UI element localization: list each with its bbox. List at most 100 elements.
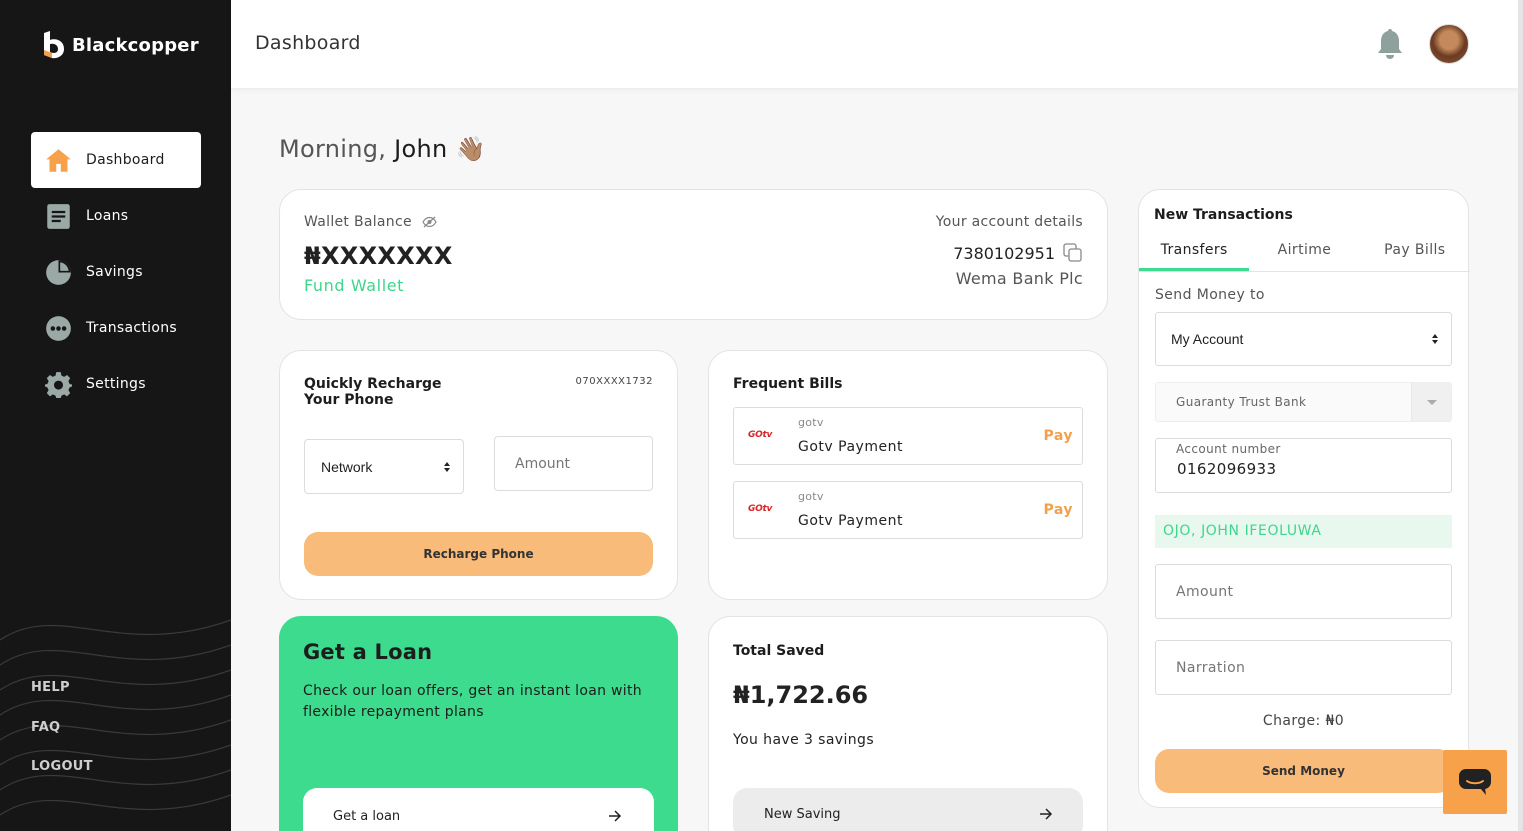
loan-description: Check our loan offers, get an instant lo…: [303, 683, 642, 720]
new-saving-button[interactable]: New Saving: [733, 788, 1083, 831]
top-header: Dashboard: [231, 0, 1518, 88]
help-link[interactable]: HELP: [31, 680, 93, 720]
pie-chart-icon: [46, 259, 71, 285]
resolved-account-name: OJO, JOHN IFEOLUWA: [1155, 515, 1452, 548]
greeting-prefix: Morning,: [279, 135, 387, 163]
bill-item[interactable]: GOtv gotv Gotv Payment Pay: [733, 407, 1083, 465]
copy-icon[interactable]: [1063, 243, 1083, 263]
savings-count: You have 3 savings: [733, 732, 875, 748]
transfer-amount-input[interactable]: [1155, 564, 1452, 619]
fund-wallet-link[interactable]: Fund Wallet: [304, 276, 404, 295]
bill-name: Gotv Payment: [798, 513, 903, 529]
loan-title: Get a Loan: [303, 640, 433, 664]
bill-item[interactable]: GOtv gotv Gotv Payment Pay: [733, 481, 1083, 539]
total-saved-amount: ₦1,722.66: [733, 681, 869, 709]
gotv-logo-icon: GOtv: [748, 504, 773, 514]
sidebar-bottom-links: HELP FAQ LOGOUT: [31, 680, 93, 799]
avatar[interactable]: [1429, 24, 1469, 64]
sidebar-item-settings[interactable]: Settings: [31, 356, 201, 412]
greeting-name: John: [394, 135, 448, 163]
recharge-title: Quickly Recharge Your Phone: [304, 376, 442, 408]
sidebar: Blackcopper Dashboard Loans Savings Tran…: [0, 0, 231, 831]
recharge-card: Quickly Recharge Your Phone 070XXXX1732 …: [279, 350, 678, 600]
account-number-field-value: 0162096933: [1177, 460, 1277, 478]
wallet-card: Wallet Balance ₦XXXXXXX Fund Wallet Your…: [279, 189, 1108, 320]
bill-provider: gotv: [798, 490, 824, 503]
recharge-amount-input[interactable]: [494, 436, 653, 491]
account-details-label: Your account details: [935, 214, 1083, 230]
account-number-row: 7380102951: [953, 243, 1083, 263]
network-select-value: Network: [321, 458, 373, 475]
eye-off-icon[interactable]: [422, 216, 437, 228]
arrow-right-icon: [1040, 808, 1053, 820]
sidebar-item-label: Dashboard: [86, 152, 165, 168]
bank-select-value: Guaranty Trust Bank: [1176, 395, 1307, 409]
chevron-down-icon: [1411, 383, 1451, 421]
dots-circle-icon: [46, 315, 71, 341]
total-saved-title: Total Saved: [733, 643, 825, 659]
arrow-right-icon: [609, 810, 622, 822]
select-arrows-icon: [1432, 334, 1438, 344]
sidebar-item-savings[interactable]: Savings: [31, 244, 201, 300]
recharge-phone-number: 070XXXX1732: [575, 376, 653, 387]
bank-select[interactable]: Guaranty Trust Bank: [1155, 382, 1452, 422]
new-transactions-card: New Transactions Transfers Airtime Pay B…: [1138, 189, 1470, 808]
gotv-logo-icon: GOtv: [748, 430, 773, 440]
sidebar-item-label: Loans: [86, 208, 129, 224]
tab-airtime[interactable]: Airtime: [1249, 234, 1359, 271]
network-select[interactable]: Network: [304, 439, 464, 494]
chat-bubble-icon: [1459, 769, 1491, 795]
tab-transfers[interactable]: Transfers: [1139, 234, 1250, 271]
send-money-button[interactable]: Send Money: [1155, 749, 1452, 793]
get-loan-card: Get a Loan Check our loan offers, get an…: [279, 616, 678, 831]
sidebar-item-loans[interactable]: Loans: [31, 188, 201, 244]
bell-icon[interactable]: [1376, 28, 1404, 60]
frequent-bills-title: Frequent Bills: [733, 376, 843, 392]
wallet-balance-label-row: Wallet Balance: [304, 214, 437, 230]
bill-pay-button[interactable]: Pay: [1043, 428, 1073, 444]
sidebar-item-label: Savings: [86, 264, 143, 280]
bank-name: Wema Bank Plc: [955, 269, 1083, 288]
transaction-tabs: Transfers Airtime Pay Bills: [1139, 234, 1470, 272]
greeting: Morning, John 👋🏽: [279, 135, 486, 163]
send-to-select[interactable]: My Account: [1155, 312, 1452, 366]
page-title: Dashboard: [255, 32, 361, 54]
bill-provider: gotv: [798, 416, 824, 429]
narration-input[interactable]: [1155, 640, 1452, 695]
get-loan-button-label: Get a loan: [333, 808, 401, 824]
brand-name: Blackcopper: [72, 34, 199, 56]
gear-icon: [45, 371, 72, 398]
new-transactions-title: New Transactions: [1154, 207, 1293, 223]
send-money-to-label: Send Money to: [1155, 287, 1265, 303]
blackcopper-logo-icon: [44, 31, 64, 59]
wallet-balance-label: Wallet Balance: [304, 214, 412, 230]
wave-emoji: 👋🏽: [455, 135, 486, 163]
chat-widget-button[interactable]: [1443, 750, 1507, 814]
tab-pay-bills[interactable]: Pay Bills: [1360, 234, 1470, 271]
account-number: 7380102951: [953, 243, 1055, 263]
logout-link[interactable]: LOGOUT: [31, 759, 93, 799]
wallet-balance-value: ₦XXXXXXX: [304, 242, 453, 270]
page-edge: [1518, 0, 1523, 831]
charge-text: Charge: ₦0: [1262, 713, 1345, 729]
sidebar-item-label: Transactions: [86, 320, 177, 336]
new-saving-button-label: New Saving: [764, 806, 841, 822]
brand-logo[interactable]: Blackcopper: [42, 31, 199, 59]
select-arrows-icon: [444, 461, 450, 472]
send-to-select-value: My Account: [1171, 331, 1244, 347]
bill-pay-button[interactable]: Pay: [1043, 502, 1073, 518]
faq-link[interactable]: FAQ: [31, 720, 93, 760]
home-icon: [46, 148, 71, 172]
recharge-phone-button[interactable]: Recharge Phone: [304, 532, 653, 576]
sidebar-item-label: Settings: [86, 376, 146, 392]
get-loan-button[interactable]: Get a loan: [303, 788, 654, 831]
sidebar-nav: Dashboard Loans Savings Transactions Set…: [31, 132, 201, 412]
account-number-field-label: Account number: [1176, 442, 1281, 456]
document-icon: [47, 203, 70, 229]
frequent-bills-card: Frequent Bills GOtv gotv Gotv Payment Pa…: [708, 350, 1108, 600]
sidebar-item-dashboard[interactable]: Dashboard: [31, 132, 201, 188]
total-saved-card: Total Saved ₦1,722.66 You have 3 savings…: [708, 616, 1108, 831]
sidebar-item-transactions[interactable]: Transactions: [31, 300, 201, 356]
bill-name: Gotv Payment: [798, 439, 903, 455]
account-number-field[interactable]: Account number 0162096933: [1155, 438, 1452, 493]
